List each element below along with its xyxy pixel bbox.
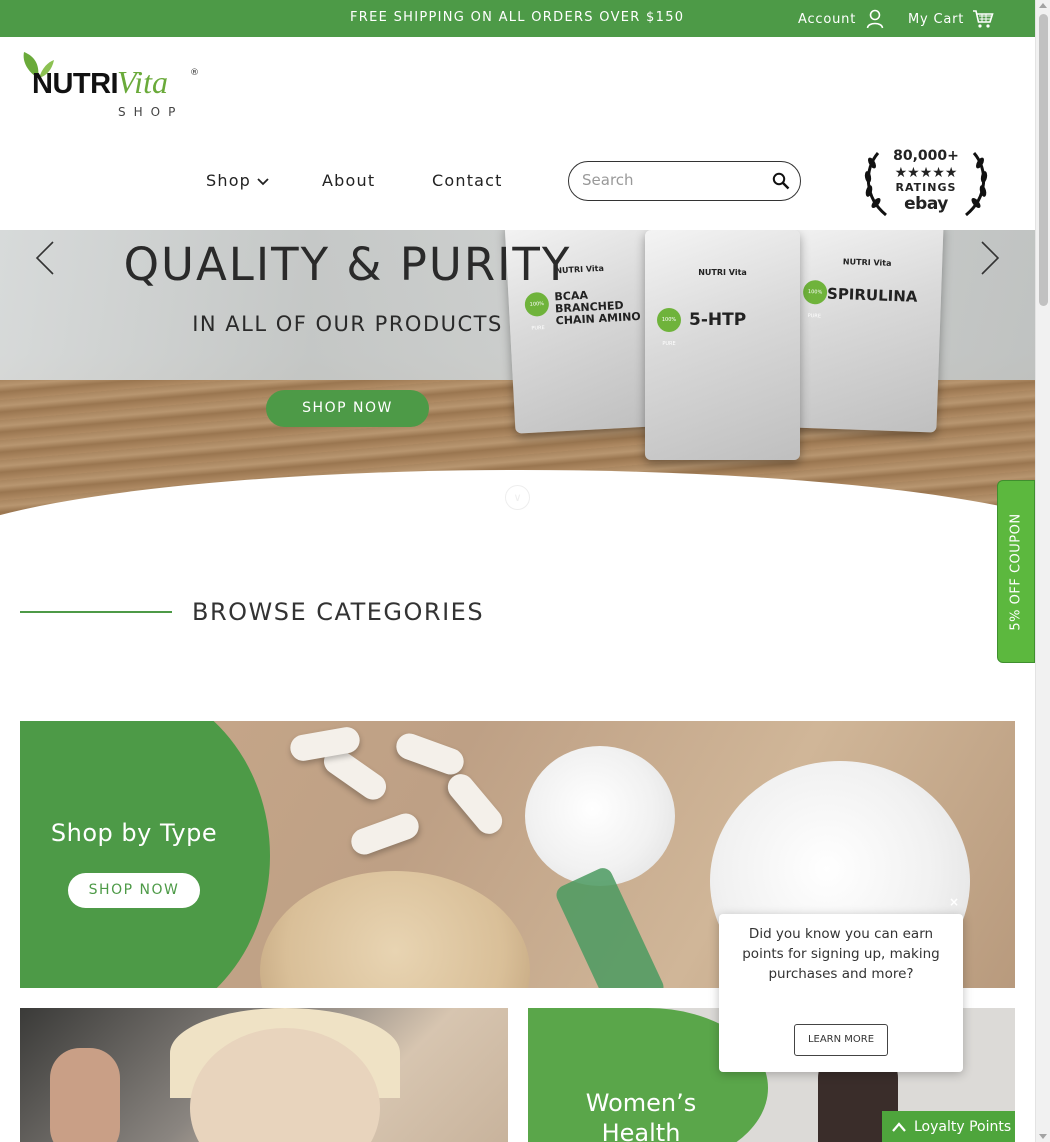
account-label: Account [798, 11, 857, 27]
loyalty-label: Loyalty Points [914, 1118, 1012, 1135]
capsule-image [392, 729, 468, 779]
ebay-ratings-badge: 80,000+ ★★★★★ RATINGS ebay [862, 145, 990, 220]
nav-about[interactable]: About [322, 171, 375, 190]
logo-sub: SHOP [118, 105, 184, 119]
powder-scoop-image [525, 746, 675, 886]
hero-title: QUALITY & PURITY [123, 238, 572, 291]
search-input[interactable] [582, 171, 762, 189]
category-tile-fitness[interactable] [20, 1008, 508, 1142]
cart-icon [973, 10, 994, 28]
user-icon [866, 9, 884, 29]
logo-brand: NUTRI [32, 68, 119, 100]
learn-more-button[interactable]: LEARN MORE [794, 1024, 888, 1056]
product-bag-spirulina: NUTRI Vita 100% PURE SPIRULINA [786, 230, 944, 433]
capsule-image [347, 809, 423, 859]
loyalty-points-tab[interactable]: Loyalty Points [882, 1111, 1015, 1142]
nav-shop-label: Shop [206, 171, 252, 190]
section-divider [20, 611, 172, 613]
scroll-up-arrow-icon[interactable] [1039, 3, 1047, 8]
tile-title: Shop by Type [50, 819, 218, 847]
pure-badge: 100% PURE [802, 279, 828, 319]
nav-contact[interactable]: Contact [432, 171, 503, 190]
coupon-label: 5% OFF COUPON [1008, 512, 1024, 631]
slider-next-arrow-icon[interactable] [980, 240, 1000, 276]
shipping-banner: FREE SHIPPING ON ALL ORDERS OVER $150 [350, 10, 685, 25]
tile-green-panel [20, 721, 270, 988]
loyalty-popup: × Did you know you can earn points for s… [719, 895, 963, 1072]
protein-powder-image [260, 871, 530, 988]
cart-link[interactable]: My Cart [908, 9, 994, 29]
ratings-label: RATINGS [895, 181, 957, 194]
ebay-logo: ebay [904, 194, 948, 214]
scroll-down-icon[interactable]: ∨ [505, 485, 530, 510]
nav-shop[interactable]: Shop [206, 171, 269, 190]
coupon-tab[interactable]: 5% OFF COUPON [997, 480, 1035, 663]
scrollbar-thumb[interactable] [1039, 14, 1048, 306]
scoop-handle-image [553, 864, 667, 988]
scroll-down-arrow-icon[interactable] [1039, 1134, 1047, 1139]
logo-script: Vita [117, 64, 168, 100]
site-logo[interactable]: NUTRI Vita ® SHOP [20, 50, 200, 122]
cart-label: My Cart [908, 11, 965, 27]
tile-title: Women’s Health [585, 1089, 697, 1142]
top-bar: FREE SHIPPING ON ALL ORDERS OVER $150 Ac… [0, 0, 1035, 37]
search-icon[interactable] [772, 172, 790, 190]
bag-product-name: 5-HTP [689, 310, 747, 330]
bag-brand: NUTRI Vita [842, 257, 892, 268]
browse-categories-title: BROWSE CATEGORIES [192, 598, 485, 626]
search-box [568, 161, 801, 201]
tile-shop-now-button[interactable]: SHOP NOW [68, 873, 200, 908]
account-link[interactable]: Account [798, 9, 884, 29]
hero-slider: NUTRI Vita 100% PURE BCAA BRANCHED CHAIN… [0, 230, 1035, 540]
capsule-image [442, 768, 508, 840]
hero-shop-now-button[interactable]: SHOP NOW [266, 390, 429, 427]
close-icon[interactable]: × [949, 895, 959, 909]
logo-registered: ® [190, 68, 199, 78]
hero-subtitle: IN ALL OF OUR PRODUCTS [192, 312, 503, 336]
chevron-down-icon [257, 178, 269, 186]
popup-message: Did you know you can earn points for sig… [742, 926, 940, 982]
chevron-up-icon [892, 1121, 906, 1132]
ratings-count: 80,000+ [893, 148, 959, 164]
rating-stars-icon: ★★★★★ [894, 165, 958, 181]
page-scrollbar[interactable] [1035, 0, 1050, 1142]
slider-prev-arrow-icon[interactable] [35, 240, 55, 276]
tile-photo-hand [50, 1048, 120, 1142]
bag-product-name: SPIRULINA [826, 284, 918, 306]
